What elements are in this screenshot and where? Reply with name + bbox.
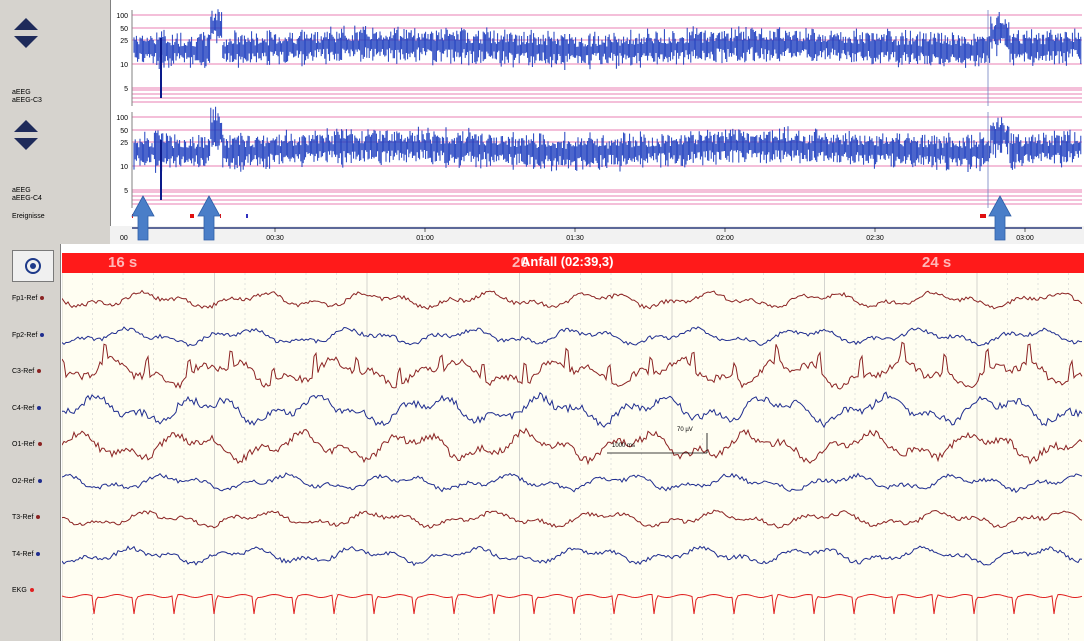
- trend-scale-tick: 10: [120, 164, 128, 171]
- channel-dot-icon: [29, 588, 34, 593]
- channel-label-text: Fp1-Ref: [12, 295, 38, 302]
- time-tick-label: 03:00: [1016, 235, 1034, 242]
- raw-eeg-bg: [62, 273, 1084, 641]
- trend-scale-tick: 100: [116, 115, 128, 122]
- trend-channel-label: aEEG-C3: [12, 97, 42, 104]
- time-tick-label: 01:30: [566, 235, 584, 242]
- events-lane: [132, 210, 1082, 224]
- banner-sec-left: 16 s: [108, 254, 138, 271]
- calibration-time-label: 1000 ms: [612, 443, 635, 449]
- trend-scale-tick: 10: [120, 62, 128, 69]
- channel-label-text: Fp2-Ref: [12, 331, 38, 339]
- trend-scale-tick: 25: [120, 140, 128, 147]
- time-tick-label: 01:00: [416, 235, 434, 242]
- seizure-event-label[interactable]: Anfall (02:39,3): [521, 254, 613, 269]
- time-tick-label: 00: [120, 235, 128, 242]
- channel-dot-icon: [37, 478, 42, 483]
- channel-label-text: C3-Ref: [12, 368, 35, 375]
- channel-label-text: O2-Ref: [12, 477, 35, 485]
- time-tick-label: 02:00: [716, 235, 734, 242]
- scroll-down-icon[interactable]: [14, 138, 38, 150]
- trend-scale-tick: 5: [124, 188, 128, 195]
- scroll-up-icon[interactable]: [14, 18, 38, 30]
- channel-dot-icon: [36, 551, 41, 556]
- channel-label-text: T4-Ref: [12, 550, 34, 558]
- time-tick-label: 00:30: [266, 235, 284, 242]
- channel-label[interactable]: C3-Ref: [12, 368, 42, 375]
- channel-label[interactable]: Fp1-Ref: [12, 295, 45, 302]
- aeeg-trend-area[interactable]: 100 50 25 10 5 100 50 25 10 5 00 00:30 01:00 01:30 02:…: [110, 0, 1084, 244]
- raw-eeg-area[interactable]: 1000 ms 70 µV: [62, 273, 1084, 641]
- channel-label[interactable]: EKG: [12, 587, 34, 594]
- channel-label-text: O1-Ref: [12, 441, 35, 448]
- banner-sec-right: 24 s: [922, 254, 952, 271]
- trend-scale-tick: 50: [120, 26, 128, 33]
- trend-panel-label: aEEG: [12, 89, 31, 96]
- event-marker[interactable]: [980, 214, 986, 218]
- events-label: Ereignisse: [12, 213, 45, 220]
- trend-scale-tick: 5: [124, 86, 128, 93]
- channel-dot-icon: [36, 515, 41, 520]
- trend-scale-tick: 50: [120, 128, 128, 135]
- channel-dot-icon: [37, 442, 42, 447]
- scroll-down-icon[interactable]: [14, 36, 38, 48]
- channel-dot-icon: [40, 332, 45, 337]
- channel-label[interactable]: T4-Ref: [12, 550, 41, 558]
- channel-label-text: T3-Ref: [12, 514, 34, 521]
- channel-dot-icon: [40, 296, 45, 301]
- channel-label[interactable]: O2-Ref: [12, 478, 42, 485]
- channel-dot-icon: [37, 369, 42, 374]
- time-tick-label: 02:30: [866, 235, 884, 242]
- channel-label[interactable]: C4-Ref: [12, 404, 42, 412]
- event-banner: 16 s 20 Anfall (02:39,3) 24 s: [62, 253, 1084, 273]
- event-marker[interactable]: [246, 214, 248, 218]
- scroll-up-icon[interactable]: [14, 120, 38, 132]
- view-toggle-button[interactable]: [12, 250, 54, 282]
- trend-scale-tick: 100: [116, 13, 128, 20]
- event-marker[interactable]: [190, 214, 194, 218]
- calibration-amp-label: 70 µV: [677, 427, 693, 433]
- channel-label-text: EKG: [12, 587, 27, 594]
- trend-channel-label: aEEG-C4: [12, 195, 42, 202]
- eye-target-icon: [25, 258, 41, 274]
- trend-scale-tick: 25: [120, 38, 128, 45]
- channel-label-text: C4-Ref: [12, 404, 35, 412]
- channel-label[interactable]: Fp2-Ref: [12, 331, 45, 339]
- channel-label[interactable]: T3-Ref: [12, 514, 41, 521]
- trend-panel-label: aEEG: [12, 187, 31, 194]
- channel-dot-icon: [37, 405, 42, 410]
- channel-label[interactable]: O1-Ref: [12, 441, 42, 448]
